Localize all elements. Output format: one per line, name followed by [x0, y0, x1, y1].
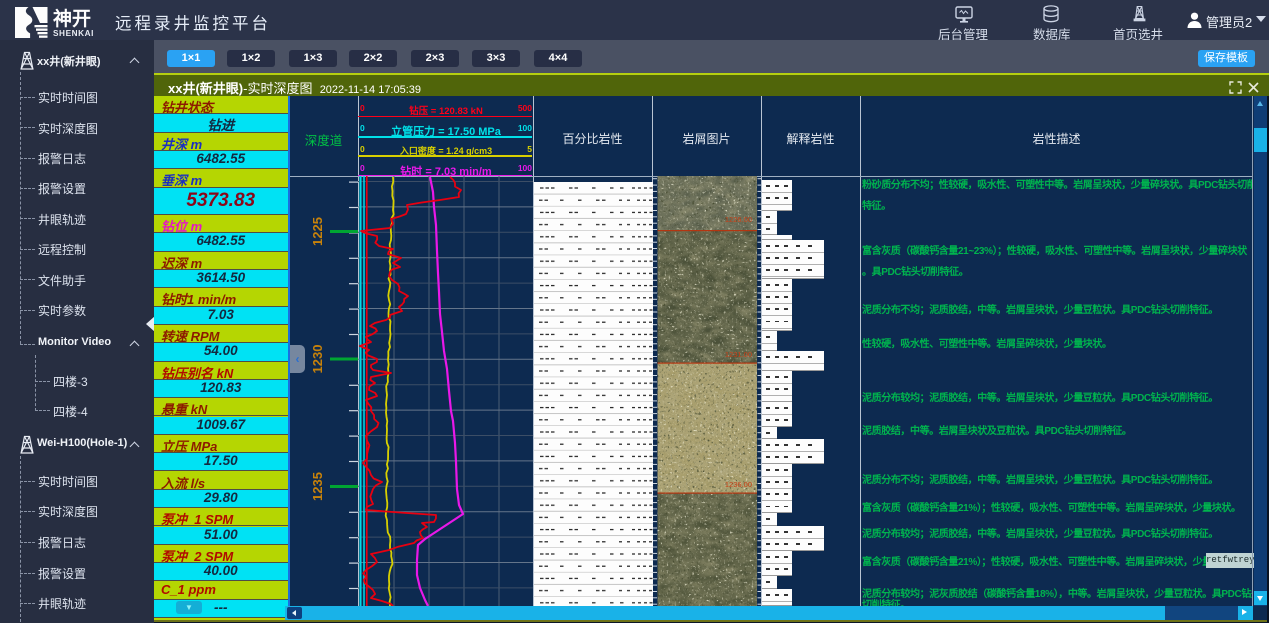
svg-text:1230: 1230: [310, 345, 325, 374]
svg-text:1235: 1235: [310, 472, 325, 501]
svg-text:1225: 1225: [310, 217, 325, 246]
svg-text:神开: 神开: [53, 7, 91, 30]
svg-text:SHENKAI: SHENKAI: [53, 29, 94, 38]
